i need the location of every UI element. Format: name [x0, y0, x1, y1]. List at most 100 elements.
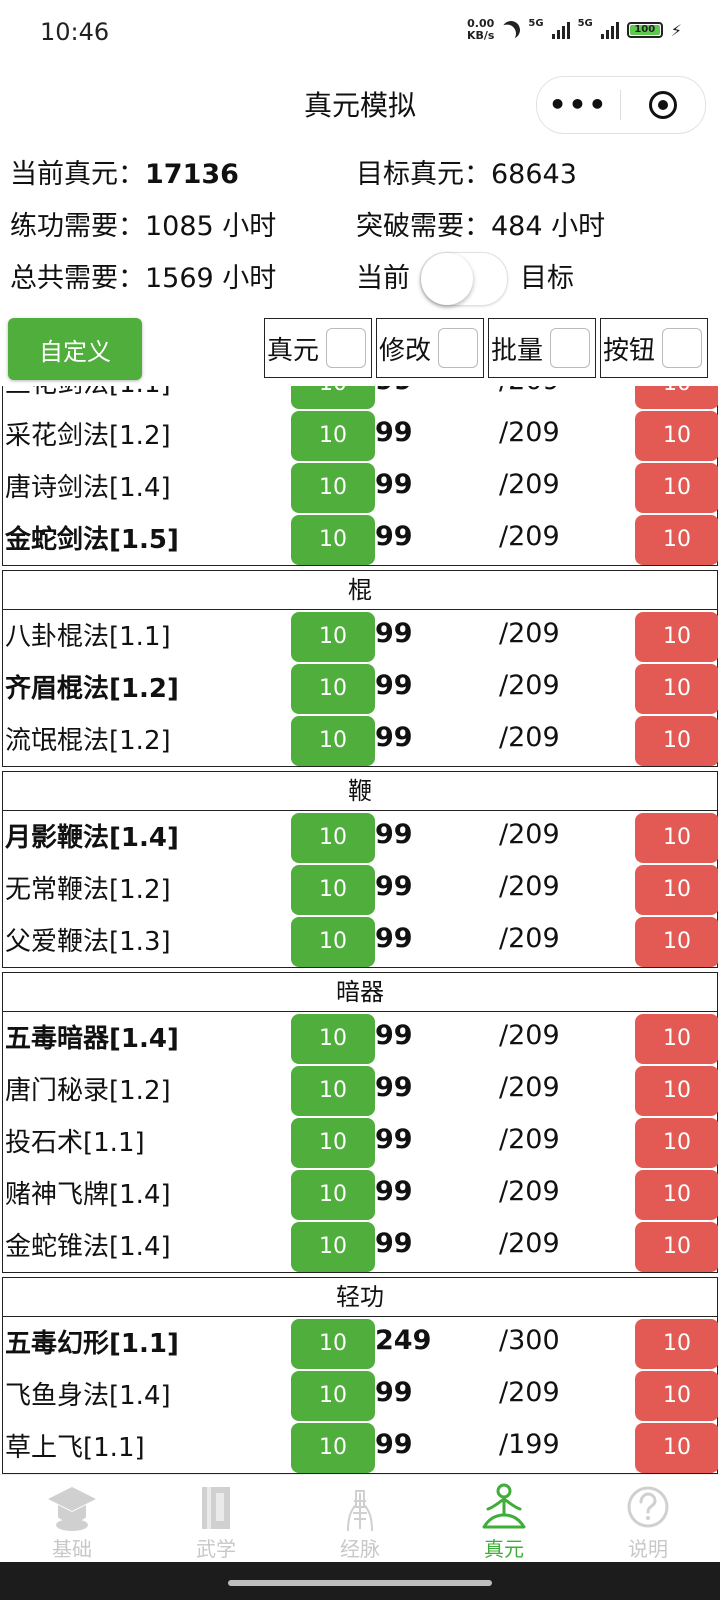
skill-max-level: /209: [499, 1228, 560, 1259]
decrease-button[interactable]: 10: [635, 813, 718, 863]
skill-list-content: 兰花剑法[1.1]1099/20910采花剑法[1.2]1099/20910唐诗…: [2, 386, 718, 1474]
skill-name: 金蛇剑法[1.5]: [5, 525, 179, 555]
skill-list[interactable]: 兰花剑法[1.1]1099/20910采花剑法[1.2]1099/20910唐诗…: [2, 386, 718, 1474]
increase-button[interactable]: 10: [291, 411, 375, 461]
increase-button[interactable]: 10: [291, 917, 375, 967]
skill-max-level: /209: [499, 722, 560, 753]
decrease-button[interactable]: 10: [635, 386, 718, 409]
tab-meridians[interactable]: 经脉: [288, 1475, 432, 1563]
decrease-button[interactable]: 10: [635, 664, 718, 714]
skill-row: 唐门秘录[1.2] 10 99/209 10: [3, 1064, 718, 1116]
skill-group: 暗器 五毒暗器[1.4] 10 99/209 10 唐门秘录[1.2] 10 99/209 10…: [2, 972, 718, 1273]
current-target-switch[interactable]: [420, 252, 508, 306]
skill-row: 无常鞭法[1.2] 10 99/209 10: [3, 863, 718, 915]
increase-button[interactable]: 10: [291, 1170, 375, 1220]
checkbox-buttons[interactable]: 按钮: [600, 318, 708, 378]
skill-row: 流氓棍法[1.2] 10 99/209 10: [3, 714, 718, 766]
checkbox-batch[interactable]: 批量: [488, 318, 596, 378]
increase-button[interactable]: 10: [291, 1222, 375, 1272]
skill-max-level: /209: [499, 1072, 560, 1103]
skill-max-level: /300: [499, 1325, 560, 1356]
skill-name: 五毒暗器[1.4]: [5, 1024, 179, 1054]
graduation-cap-icon: [48, 1487, 96, 1531]
meridian-body-icon: [347, 1490, 373, 1532]
decrease-button[interactable]: 10: [635, 612, 718, 662]
increase-button[interactable]: 10: [291, 386, 375, 409]
status-bar: 10:46 0.00 KB/s 5G 5G 100 ⚡: [0, 0, 720, 64]
increase-button[interactable]: 10: [291, 664, 375, 714]
decrease-button[interactable]: 10: [635, 865, 718, 915]
tab-martial-arts[interactable]: 武学: [144, 1475, 288, 1563]
skill-current-level: 99: [375, 670, 413, 701]
decrease-button[interactable]: 10: [635, 1118, 718, 1168]
skill-current-level: 99: [375, 618, 413, 649]
checkbox-modify[interactable]: 修改: [376, 318, 484, 378]
checkbox[interactable]: [662, 328, 702, 368]
skill-current-level: 99: [375, 1228, 413, 1259]
skill-current-level: 99: [375, 417, 413, 448]
group-header: 鞭: [3, 772, 717, 811]
checkbox[interactable]: [550, 328, 590, 368]
home-indicator[interactable]: [228, 1580, 492, 1586]
decrease-button[interactable]: 10: [635, 1170, 718, 1220]
skill-name: 投石术[1.1]: [5, 1128, 145, 1158]
decrease-button[interactable]: 10: [635, 1423, 718, 1473]
decrease-button[interactable]: 10: [635, 1371, 718, 1421]
skill-max-level: /209: [499, 618, 560, 649]
tab-zhenyuan[interactable]: 真元: [432, 1475, 576, 1563]
increase-button[interactable]: 10: [291, 1066, 375, 1116]
decrease-button[interactable]: 10: [635, 1066, 718, 1116]
increase-button[interactable]: 10: [291, 865, 375, 915]
skill-name: 无常鞭法[1.2]: [5, 875, 171, 905]
skill-group: 棍八卦棍法[1.1] 10 99/209 10 齐眉棍法[1.2] 10 99/209 10 流…: [2, 570, 718, 767]
skill-name: 父爱鞭法[1.3]: [5, 927, 171, 957]
skill-row: 唐诗剑法[1.4] 10 99/209 10: [3, 461, 718, 513]
decrease-button[interactable]: 10: [635, 463, 718, 513]
skill-current-level: 99: [375, 923, 413, 954]
practice-time: 练功需要：1085 小时: [10, 211, 277, 242]
meditation-icon: [482, 1483, 526, 1529]
skill-max-level: /209: [499, 871, 560, 902]
increase-button[interactable]: 10: [291, 1423, 375, 1473]
checkbox[interactable]: [326, 328, 366, 368]
more-menu-icon[interactable]: •••: [537, 91, 620, 119]
checkbox[interactable]: [438, 328, 478, 368]
tab-basics[interactable]: 基础: [0, 1475, 144, 1563]
skill-current-level: 99: [375, 1429, 413, 1460]
increase-button[interactable]: 10: [291, 1371, 375, 1421]
skill-name: 流氓棍法[1.2]: [5, 726, 171, 756]
decrease-button[interactable]: 10: [635, 716, 718, 766]
increase-button[interactable]: 10: [291, 813, 375, 863]
increase-button[interactable]: 10: [291, 515, 375, 565]
skill-max-level: /209: [499, 1124, 560, 1155]
skill-name: 金蛇锥法[1.4]: [5, 1232, 171, 1262]
increase-button[interactable]: 10: [291, 463, 375, 513]
custom-button[interactable]: 自定义: [8, 318, 142, 380]
skill-row: 父爱鞭法[1.3] 10 99/209 10: [3, 915, 718, 967]
skill-row: 草上飞[1.1] 10 99/199 10: [3, 1421, 718, 1473]
decrease-button[interactable]: 10: [635, 1014, 718, 1064]
toggle-label-current: 当前: [356, 263, 410, 294]
decrease-button[interactable]: 10: [635, 1319, 718, 1369]
skill-current-level: 99: [375, 819, 413, 850]
increase-button[interactable]: 10: [291, 1319, 375, 1369]
increase-button[interactable]: 10: [291, 1014, 375, 1064]
decrease-button[interactable]: 10: [635, 411, 718, 461]
decrease-button[interactable]: 10: [635, 1222, 718, 1272]
skill-max-level: /209: [499, 386, 560, 396]
close-miniprogram-button[interactable]: [621, 91, 704, 119]
tab-help[interactable]: 说明: [576, 1475, 720, 1563]
skill-current-level: 99: [375, 1176, 413, 1207]
current-zhenyuan: 当前真元：17136: [10, 159, 239, 190]
increase-button[interactable]: 10: [291, 1118, 375, 1168]
skill-current-level: 99: [375, 386, 413, 396]
skill-group: 鞭月影鞭法[1.4] 10 99/209 10 无常鞭法[1.2] 10 99/209 10 父…: [2, 771, 718, 968]
increase-button[interactable]: 10: [291, 612, 375, 662]
decrease-button[interactable]: 10: [635, 917, 718, 967]
skill-max-level: /209: [499, 417, 560, 448]
increase-button[interactable]: 10: [291, 716, 375, 766]
skill-current-level: 249: [375, 1325, 432, 1356]
checkbox-zhenyuan[interactable]: 真元: [264, 318, 372, 378]
decrease-button[interactable]: 10: [635, 515, 718, 565]
signal-icon: [600, 21, 619, 39]
